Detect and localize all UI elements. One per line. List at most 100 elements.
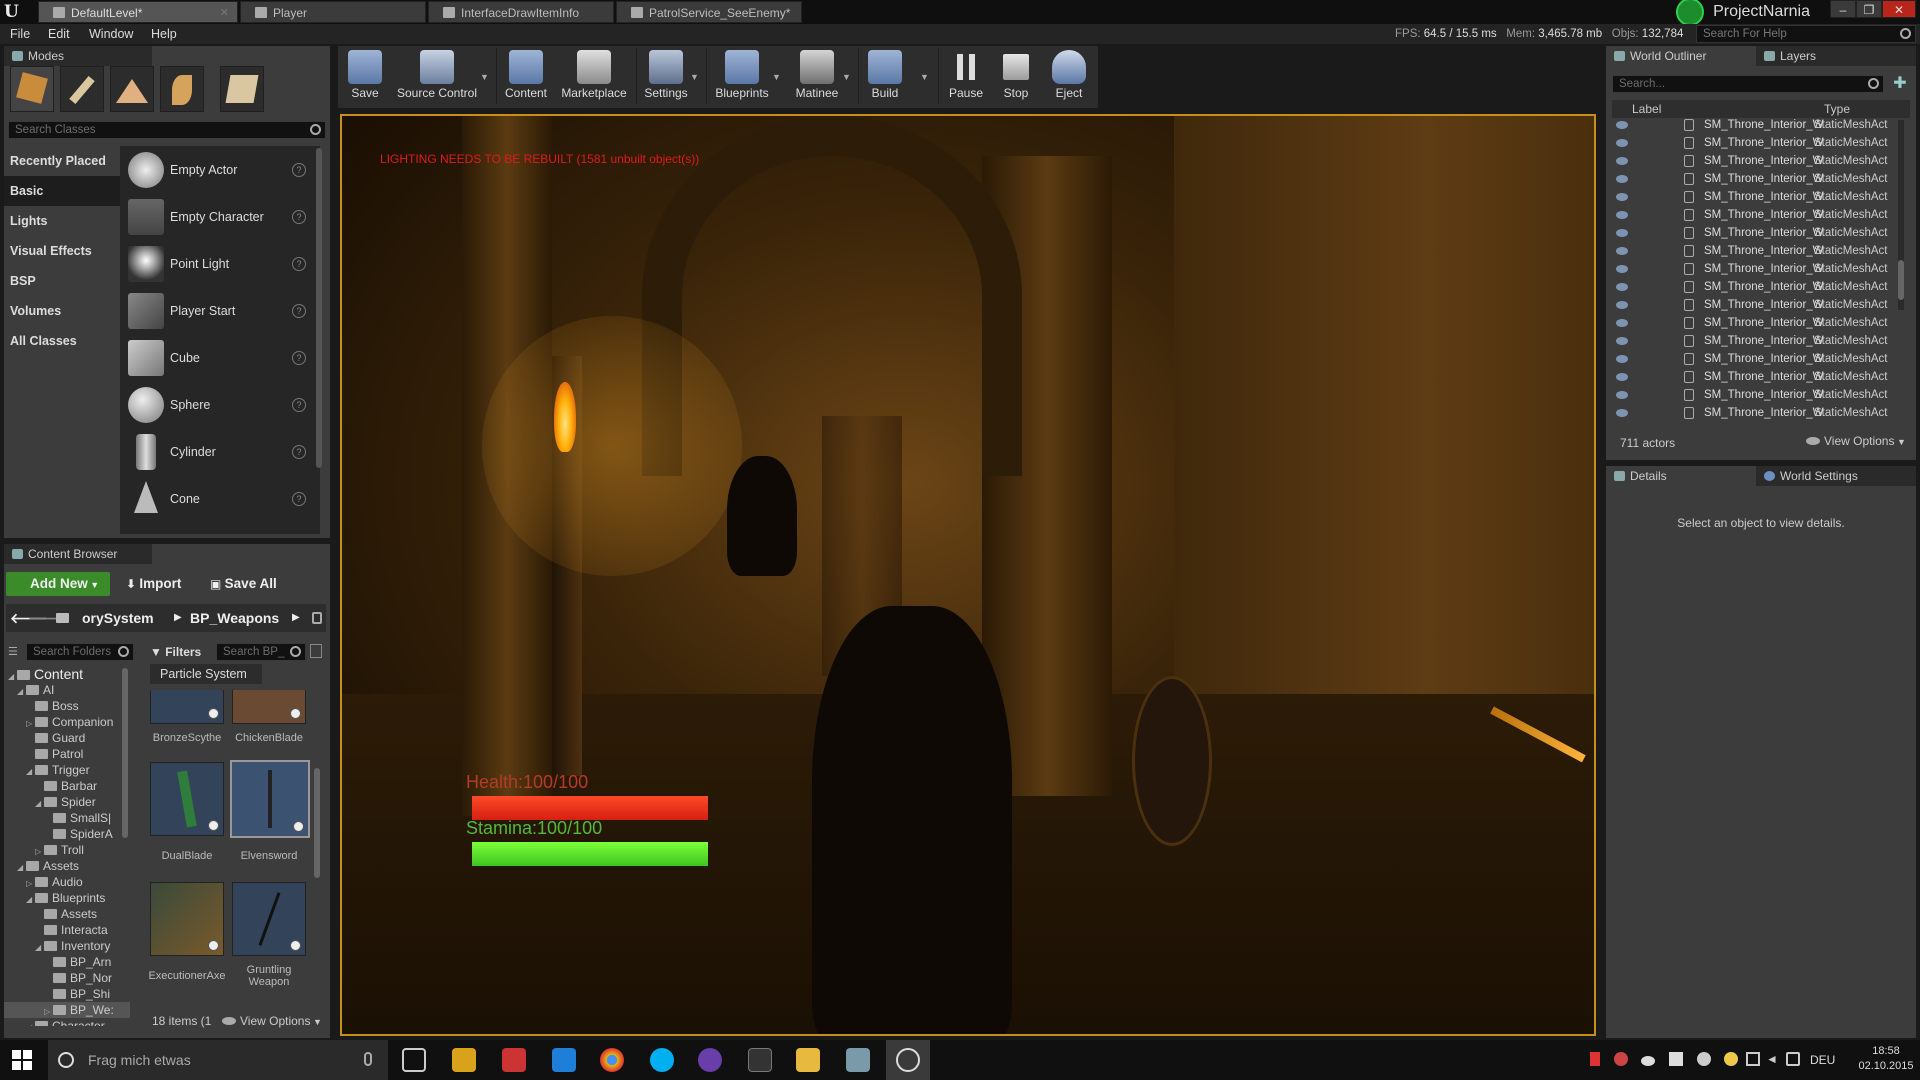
tab-world-settings[interactable]: World Settings [1756,466,1916,486]
expand-arrow-icon[interactable]: ◢ [26,892,35,908]
outliner-row[interactable]: SM_Throne_Interior_W StaticMeshAct [1612,332,1902,350]
settings-button[interactable]: Settings [640,46,692,106]
tray-icon[interactable] [1590,1052,1600,1066]
visibility-eye-icon[interactable] [1616,175,1628,183]
folder-tree-item[interactable]: ◢ AI [17,682,54,698]
cortana-search-box[interactable]: Frag mich etwas [48,1040,388,1080]
epic-launcher-icon[interactable] [748,1048,772,1072]
outliner-row[interactable]: SM_Throne_Interior_W StaticMeshAct [1612,242,1902,260]
marketplace-button[interactable]: Marketplace [558,46,630,106]
breadcrumb-item[interactable]: BP_Weapons [190,604,279,632]
content-view-options[interactable]: View Options ▼ [222,1014,322,1028]
help-icon[interactable]: ? [292,492,306,506]
tray-icon[interactable] [1724,1052,1739,1066]
visibility-eye-icon[interactable] [1616,373,1628,381]
folder-tree-item[interactable]: ▷ Audio [26,874,83,890]
source-control-status-icon[interactable] [1678,0,1702,24]
menu-edit[interactable]: Edit [48,24,70,44]
expand-arrow-icon[interactable]: ◢ [26,764,35,780]
outliner-row[interactable]: SM_Throne_Interior_W StaticMeshAct [1612,260,1902,278]
help-icon[interactable]: ? [292,445,306,459]
tab-player[interactable]: Player [240,1,426,23]
sources-toggle-icon[interactable]: ☰ [8,645,22,659]
folder-tree-item[interactable]: ▷ Companion [26,714,113,730]
mode-geometry-button[interactable] [220,66,264,112]
folder-tree-item[interactable]: ◢ Blueprints [26,890,105,906]
outliner-scrollbar[interactable] [1898,120,1904,310]
tab-default-level[interactable]: DefaultLevel* ✕ [38,1,238,23]
visibility-eye-icon[interactable] [1616,139,1628,147]
outliner-row[interactable]: SM_Throne_Interior_W StaticMeshAct [1612,206,1902,224]
mode-paint-button[interactable] [60,66,104,112]
chevron-down-icon[interactable]: ▼ [842,72,851,82]
folder-tree-item[interactable]: Guard [26,730,85,746]
pause-button[interactable]: Pause [944,46,988,106]
search-folders-input[interactable]: Search Folders [26,643,134,661]
folder-tree-item[interactable]: Barbar [35,778,97,794]
visibility-eye-icon[interactable] [1616,319,1628,327]
folder-tree-item[interactable]: BP_Arn [44,954,111,970]
build-button[interactable]: Build [862,46,908,106]
category-bsp[interactable]: BSP [4,266,120,296]
chevron-right-icon[interactable]: ▶ [292,604,300,632]
folder-tree-item[interactable]: ◢ Spider [35,794,96,810]
menu-window[interactable]: Window [89,24,133,44]
outliner-row[interactable]: SM_Throne_Interior_W StaticMeshAct [1612,170,1902,188]
unreal-logo-icon[interactable]: U [4,2,26,22]
asset-tile-gruntling-weapon[interactable] [232,882,306,956]
outliner-row[interactable]: SM_Throne_Interior_W StaticMeshAct [1612,188,1902,206]
asset-grid-scrollbar[interactable] [314,768,320,878]
place-item-cone[interactable]: Cone? [124,477,312,521]
level-viewport[interactable]: LIGHTING NEEDS TO BE REBUILT (1581 unbui… [340,114,1596,1036]
asset-tile[interactable] [150,690,224,724]
app-icon-purple[interactable] [698,1048,722,1072]
category-volumes[interactable]: Volumes [4,296,120,326]
language-indicator[interactable]: DEU [1810,1040,1835,1080]
outliner-row[interactable]: SM_Throne_Interior_W StaticMeshAct [1612,404,1902,422]
outliner-row[interactable]: SM_Throne_Interior_W StaticMeshAct [1612,134,1902,152]
help-icon[interactable]: ? [292,398,306,412]
outliner-row[interactable]: SM_Throne_Interior_W StaticMeshAct [1612,314,1902,332]
expand-arrow-icon[interactable]: ◢ [17,684,26,700]
folder-tree-item[interactable]: Patrol [26,746,83,762]
mode-landscape-button[interactable] [110,66,154,112]
visibility-eye-icon[interactable] [1616,409,1628,417]
tray-icon[interactable] [1613,1052,1628,1066]
category-lights[interactable]: Lights [4,206,120,236]
visibility-eye-icon[interactable] [1616,193,1628,201]
outliner-row[interactable]: SM_Throne_Interior_W StaticMeshAct [1612,350,1902,368]
outliner-row[interactable]: SM_Throne_Interior_W StaticMeshAct [1612,278,1902,296]
visibility-eye-icon[interactable] [1616,229,1628,237]
chevron-down-icon[interactable]: ▼ [920,72,929,82]
folder-tree-item[interactable]: ◢ Content [8,666,83,682]
add-filter-icon[interactable]: ✚ [1890,75,1910,93]
search-classes-input[interactable]: Search Classes [8,121,326,139]
category-recently-placed[interactable]: Recently Placed [4,146,120,176]
task-view-icon[interactable] [402,1048,426,1072]
chevron-down-icon[interactable]: ▼ [480,72,489,82]
visibility-eye-icon[interactable] [1616,211,1628,219]
asset-tile[interactable] [232,690,306,724]
place-item-player-start[interactable]: Player Start? [124,289,312,333]
visibility-eye-icon[interactable] [1616,265,1628,273]
file-explorer-icon[interactable] [796,1048,820,1072]
expand-arrow-icon[interactable]: ◢ [17,860,26,876]
outliner-row[interactable]: SM_Throne_Interior_W StaticMeshAct [1612,296,1902,314]
app-icon[interactable] [502,1048,526,1072]
breadcrumb-item[interactable]: orySystem [82,604,154,632]
chevron-down-icon[interactable]: ▼ [772,72,781,82]
folder-tree-item[interactable]: Boss [26,698,79,714]
outliner-view-options[interactable]: View Options ▼ [1806,434,1906,448]
folder-tree-item[interactable]: Assets [35,906,97,922]
place-item-empty-character[interactable]: Empty Character? [124,195,312,239]
category-basic[interactable]: Basic [4,176,120,206]
notifications-icon[interactable] [1786,1052,1800,1066]
folder-tree-item[interactable]: ◢ Trigger [26,762,90,778]
minimize-button[interactable]: – [1830,0,1856,18]
close-window-button[interactable]: ✕ [1882,0,1916,18]
unreal-taskbar-button[interactable] [886,1040,930,1080]
outliner-row[interactable]: SM_Throne_Interior_W StaticMeshAct [1612,368,1902,386]
mode-place-button[interactable] [10,66,54,112]
blueprints-button[interactable]: Blueprints [710,46,774,106]
lock-icon[interactable] [312,612,322,624]
